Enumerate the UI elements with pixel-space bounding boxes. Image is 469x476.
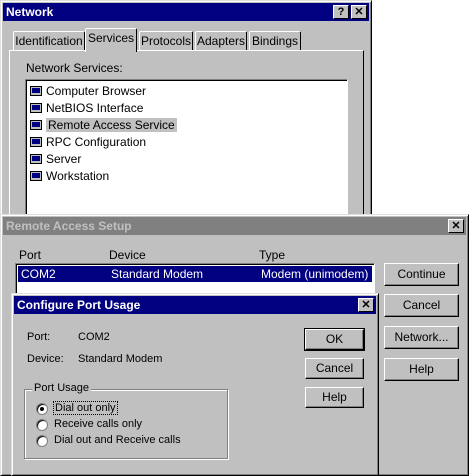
- continue-button[interactable]: Continue: [384, 263, 459, 286]
- row-type: Modem (unimodem): [261, 267, 369, 281]
- cancel-button[interactable]: Cancel: [384, 294, 459, 317]
- tab-bindings[interactable]: Bindings: [249, 31, 301, 51]
- computer-icon: [30, 154, 42, 164]
- tab-protocols[interactable]: Protocols: [139, 31, 193, 51]
- table-row[interactable]: COM2 Standard Modem Modem (unimodem): [18, 266, 372, 282]
- configure-port-usage-window: Configure Port Usage ✕ Port: COM2 Device…: [11, 293, 379, 476]
- dial-out-and-receive-label[interactable]: Dial out and Receive calls: [54, 434, 181, 446]
- network-titlebar[interactable]: Network ? ✕: [3, 3, 369, 21]
- computer-icon: [30, 171, 42, 181]
- column-header-port: Port: [19, 248, 42, 262]
- help-button[interactable]: Help: [384, 358, 459, 381]
- close-icon[interactable]: ✕: [448, 219, 464, 233]
- cpu-titlebar[interactable]: Configure Port Usage ✕: [14, 296, 376, 314]
- computer-icon: [30, 120, 42, 130]
- services-label: Network Services:: [26, 61, 123, 75]
- tab-adapters[interactable]: Adapters: [195, 31, 247, 51]
- help-button[interactable]: Help: [305, 387, 364, 408]
- ras-titlebar[interactable]: Remote Access Setup ✕: [3, 217, 466, 235]
- tab-identification[interactable]: Identification: [13, 31, 85, 51]
- receive-calls-only-label[interactable]: Receive calls only: [54, 418, 142, 430]
- list-item[interactable]: Computer Browser: [30, 83, 146, 99]
- column-header-type: Type: [259, 248, 286, 262]
- network-button[interactable]: Network...: [384, 326, 459, 349]
- tab-services[interactable]: Services: [85, 28, 137, 52]
- list-item[interactable]: NetBIOS Interface: [30, 100, 143, 116]
- port-value: COM2: [78, 331, 110, 343]
- ok-button[interactable]: OK: [304, 328, 365, 351]
- port-usage-legend: Port Usage: [32, 382, 92, 394]
- row-port: COM2: [21, 267, 56, 281]
- list-item[interactable]: Workstation: [30, 168, 109, 184]
- computer-icon: [30, 86, 42, 96]
- port-label: Port:: [27, 331, 51, 343]
- cancel-button[interactable]: Cancel: [305, 358, 364, 379]
- dial-out-and-receive-radio[interactable]: [36, 435, 48, 447]
- ras-title: Remote Access Setup: [6, 219, 132, 233]
- list-item-selected[interactable]: Remote Access Service: [30, 117, 177, 133]
- receive-calls-only-radio[interactable]: [36, 419, 48, 431]
- help-icon[interactable]: ?: [333, 5, 349, 19]
- network-window: Network ? ✕ Identification Services Prot…: [0, 0, 372, 230]
- services-list[interactable]: Computer Browser NetBIOS Interface Remot…: [25, 79, 348, 224]
- list-item[interactable]: Server: [30, 151, 81, 167]
- device-value: Standard Modem: [78, 353, 163, 365]
- computer-icon: [30, 137, 42, 147]
- close-icon[interactable]: ✕: [358, 298, 374, 312]
- network-title: Network: [6, 5, 54, 19]
- cpu-title: Configure Port Usage: [17, 298, 141, 312]
- column-header-device: Device: [109, 248, 146, 262]
- close-icon[interactable]: ✕: [351, 5, 367, 19]
- dial-out-only-radio[interactable]: [36, 403, 48, 415]
- dial-out-only-label[interactable]: Dial out only: [53, 401, 118, 415]
- computer-icon: [30, 103, 42, 113]
- row-device: Standard Modem: [111, 267, 204, 281]
- device-label: Device:: [27, 353, 64, 365]
- list-item[interactable]: RPC Configuration: [30, 134, 146, 150]
